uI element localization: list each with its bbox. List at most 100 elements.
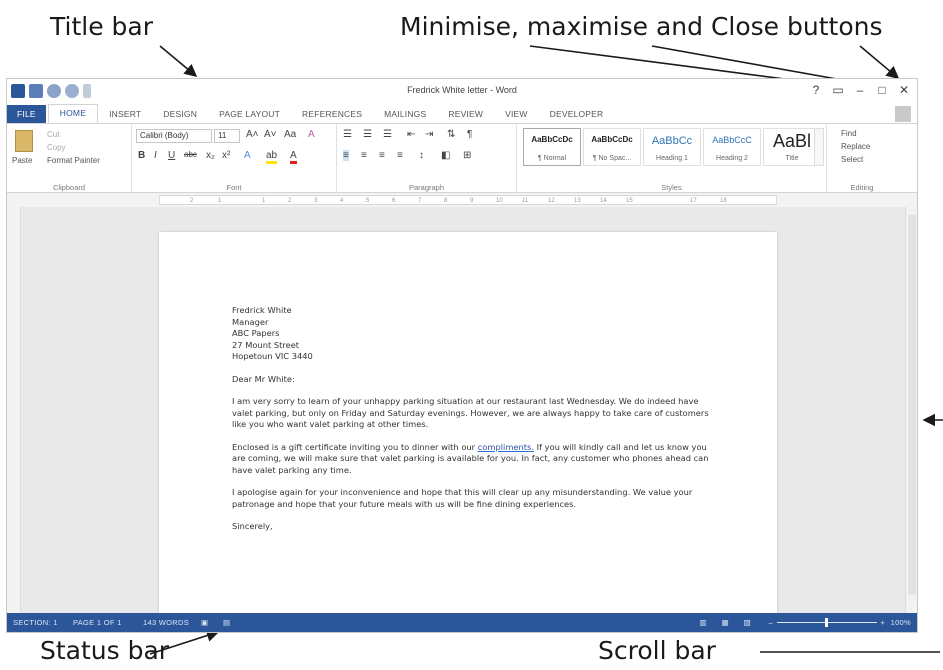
title-bar: Fredrick White letter - Word ? ▭ – □ ✕ bbox=[7, 79, 917, 103]
minimise-button[interactable]: – bbox=[849, 81, 871, 99]
ribbon-display-icon[interactable]: ▭ bbox=[827, 81, 849, 99]
word-count[interactable]: 143 WORDS bbox=[143, 618, 189, 627]
style-no-spacing[interactable]: AaBbCcDc ¶ No Spac... bbox=[583, 128, 641, 166]
address-line: Manager bbox=[232, 316, 269, 327]
ruler-tick: 1 bbox=[218, 198, 222, 204]
ruler-tick: 5 bbox=[366, 198, 370, 204]
macro-icon[interactable]: ▤ bbox=[223, 618, 230, 627]
close-arrow bbox=[859, 45, 900, 80]
help-button[interactable]: ? bbox=[805, 81, 827, 99]
styles-gallery-scroll[interactable] bbox=[814, 128, 824, 166]
align-right-icon[interactable]: ≡ bbox=[379, 150, 385, 161]
font-size-select[interactable]: 11 bbox=[214, 129, 240, 143]
decrease-indent-icon[interactable]: ⇤ bbox=[407, 129, 415, 140]
read-mode-icon[interactable]: ▥ bbox=[700, 618, 707, 627]
scroll-thumb[interactable] bbox=[908, 215, 916, 595]
multilevel-list-icon[interactable]: ☰ bbox=[383, 129, 392, 140]
section-indicator[interactable]: SECTION: 1 bbox=[13, 618, 58, 627]
zoom-in-icon[interactable]: + bbox=[880, 618, 885, 627]
bullets-icon[interactable]: ☰ bbox=[343, 129, 352, 140]
clipboard-group: Paste Cut Copy Format Painter Clipboard bbox=[7, 124, 132, 194]
show-formatting-icon[interactable]: ¶ bbox=[467, 129, 472, 140]
ribbon: Paste Cut Copy Format Painter Clipboard … bbox=[7, 106, 917, 194]
style-heading-2[interactable]: AaBbCcC Heading 2 bbox=[703, 128, 761, 166]
increase-indent-icon[interactable]: ⇥ bbox=[425, 129, 433, 140]
editing-label: Editing bbox=[850, 183, 874, 192]
select-button[interactable]: Select bbox=[841, 155, 863, 164]
vertical-ruler[interactable] bbox=[7, 207, 21, 615]
document-page[interactable]: Fredrick White Manager ABC Papers 27 Mou… bbox=[159, 232, 777, 615]
font-name-select[interactable]: Calibri (Body) bbox=[136, 129, 212, 143]
clear-formatting-icon[interactable]: A bbox=[308, 129, 315, 140]
status-bar-annotation: Status bar bbox=[40, 636, 170, 665]
ruler-tick: 15 bbox=[626, 198, 633, 204]
align-center-icon[interactable]: ≡ bbox=[361, 150, 367, 161]
ruler-tick: 2 bbox=[190, 198, 194, 204]
paste-button[interactable]: Paste bbox=[12, 156, 32, 165]
horizontal-ruler[interactable]: 2 1 1 2 3 4 5 6 7 8 9 10 11 12 13 14 15 … bbox=[7, 193, 917, 207]
tab-home[interactable]: HOME bbox=[47, 104, 99, 123]
bold-icon[interactable]: B bbox=[138, 150, 145, 161]
strikethrough-icon[interactable]: abc bbox=[184, 150, 197, 159]
tab-insert[interactable]: INSERT bbox=[98, 109, 152, 123]
document-area[interactable]: Fredrick White Manager ABC Papers 27 Mou… bbox=[7, 207, 911, 615]
print-layout-icon[interactable]: ▦ bbox=[722, 618, 729, 627]
address-line: 27 Mount Street bbox=[232, 339, 300, 350]
tab-developer[interactable]: DEVELOPER bbox=[539, 109, 615, 123]
paragraph-label: Paragraph bbox=[408, 183, 445, 192]
zoom-slider[interactable] bbox=[777, 618, 877, 627]
maximise-button[interactable]: □ bbox=[871, 81, 893, 99]
web-layout-icon[interactable]: ▧ bbox=[744, 618, 751, 627]
shrink-font-icon[interactable]: A˅ bbox=[264, 129, 277, 140]
text-effects-icon[interactable]: A bbox=[244, 150, 251, 161]
style-title[interactable]: AaBl Title bbox=[763, 128, 821, 166]
tab-file[interactable]: FILE bbox=[7, 105, 46, 123]
address-line: ABC Papers bbox=[232, 328, 280, 338]
tab-references[interactable]: REFERENCES bbox=[291, 109, 373, 123]
borders-icon[interactable]: ⊞ bbox=[463, 150, 471, 161]
zoom-out-icon[interactable]: – bbox=[769, 618, 773, 627]
ruler-tick: 9 bbox=[470, 198, 474, 204]
tab-design[interactable]: DESIGN bbox=[152, 109, 208, 123]
grow-font-icon[interactable]: A˄ bbox=[246, 129, 259, 140]
letter-body[interactable]: Fredrick White Manager ABC Papers 27 Mou… bbox=[232, 305, 712, 544]
replace-button[interactable]: Replace bbox=[841, 142, 870, 151]
change-case-icon[interactable]: Aa bbox=[284, 129, 296, 140]
line-spacing-icon[interactable]: ↕ bbox=[419, 150, 424, 161]
zoom-slider-thumb[interactable] bbox=[825, 618, 828, 627]
proofing-icon[interactable]: ▣ bbox=[201, 618, 208, 627]
format-painter-button[interactable]: Format Painter bbox=[47, 156, 100, 165]
zoom-level[interactable]: 100% bbox=[891, 618, 911, 627]
tab-page-layout[interactable]: PAGE LAYOUT bbox=[208, 109, 291, 123]
vertical-scroll-bar[interactable] bbox=[905, 207, 917, 615]
style-heading-1[interactable]: AaBbCc Heading 1 bbox=[643, 128, 701, 166]
font-color-icon[interactable]: A bbox=[290, 150, 297, 164]
sort-icon[interactable]: ⇅ bbox=[447, 129, 455, 140]
paragraph-group: ☰ ☰ ☰ ⇤ ⇥ ⇅ ¶ ≡ ≡ ≡ ≡ ↕ ◧ ⊞ Paragraph bbox=[337, 124, 517, 194]
numbering-icon[interactable]: ☰ bbox=[363, 129, 372, 140]
superscript-icon[interactable]: x² bbox=[222, 150, 230, 161]
spelling-flagged-word[interactable]: compliments. bbox=[478, 442, 534, 452]
tab-view[interactable]: VIEW bbox=[494, 109, 539, 123]
tab-review[interactable]: REVIEW bbox=[437, 109, 494, 123]
close-button[interactable]: ✕ bbox=[893, 81, 915, 99]
style-normal[interactable]: AaBbCcDc ¶ Normal bbox=[523, 128, 581, 166]
account-avatar[interactable] bbox=[895, 106, 911, 122]
page-indicator[interactable]: PAGE 1 OF 1 bbox=[73, 618, 122, 627]
paste-icon[interactable] bbox=[15, 130, 33, 152]
cut-button[interactable]: Cut bbox=[47, 130, 59, 139]
copy-button[interactable]: Copy bbox=[47, 143, 66, 152]
ribbon-tabs: FILE HOME INSERT DESIGN PAGE LAYOUT REFE… bbox=[7, 103, 917, 123]
ruler-tick: 2 bbox=[288, 198, 292, 204]
align-left-icon[interactable]: ≡ bbox=[343, 150, 349, 161]
find-button[interactable]: Find bbox=[841, 129, 857, 138]
justify-icon[interactable]: ≡ bbox=[397, 150, 403, 161]
underline-icon[interactable]: U bbox=[168, 150, 175, 161]
italic-icon[interactable]: I bbox=[154, 150, 157, 161]
shading-icon[interactable]: ◧ bbox=[441, 150, 450, 161]
highlight-icon[interactable]: ab bbox=[266, 150, 278, 164]
ruler-tick: 13 bbox=[574, 198, 581, 204]
subscript-icon[interactable]: x₂ bbox=[206, 150, 215, 161]
tab-mailings[interactable]: MAILINGS bbox=[373, 109, 437, 123]
font-group: Calibri (Body) 11 A˄ A˅ Aa A B I U abc x… bbox=[132, 124, 337, 194]
